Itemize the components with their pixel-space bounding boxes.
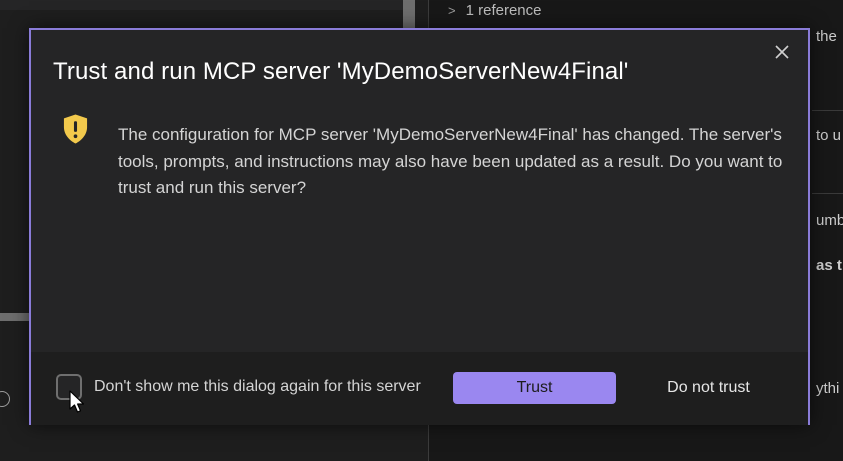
panel-separator	[812, 110, 843, 111]
vertical-scrollbar-thumb[interactable]	[403, 0, 415, 30]
dialog-message: The configuration for MCP server 'MyDemo…	[118, 125, 783, 197]
panel-text-fragment: ythi	[816, 380, 840, 397]
trust-button[interactable]: Trust	[453, 372, 616, 404]
panel-separator	[812, 193, 843, 194]
reference-row[interactable]: > 1 reference	[448, 0, 541, 20]
panel-text-fragment: to u	[816, 127, 842, 144]
chevron-right-icon: >	[448, 2, 456, 18]
dont-show-again-checkbox[interactable]	[56, 374, 82, 400]
panel-text-fragment: umb	[816, 212, 843, 229]
dialog-title: Trust and run MCP server 'MyDemoServerNe…	[53, 58, 629, 85]
shield-warning-icon	[63, 114, 88, 144]
trust-mcp-server-dialog: Trust and run MCP server 'MyDemoServerNe…	[29, 28, 810, 425]
panel-text-fragment: as t	[816, 257, 842, 274]
checkbox-label[interactable]: Don't show me this dialog again for this…	[94, 378, 421, 396]
reference-count: 1 reference	[465, 1, 542, 19]
panel-text-fragment: the	[816, 28, 837, 45]
do-not-trust-button[interactable]: Do not trust	[636, 372, 781, 404]
horizontal-scrollbar-thumb[interactable]	[0, 313, 30, 321]
close-icon	[775, 45, 789, 59]
editor-tab-strip	[0, 0, 404, 10]
close-button[interactable]	[770, 40, 794, 64]
